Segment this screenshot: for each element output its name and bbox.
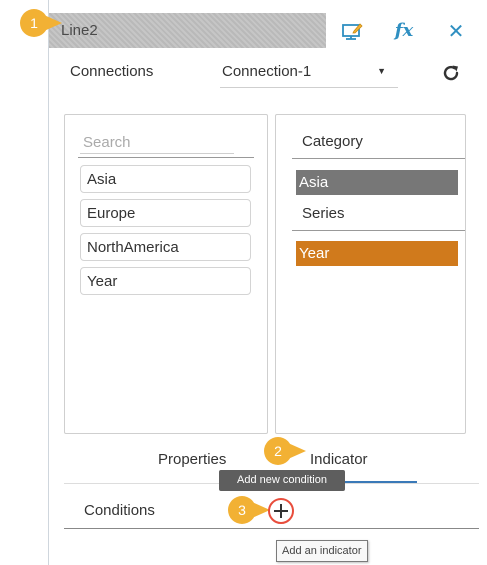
connection-select[interactable]: Connection-1 ▼ <box>220 63 398 88</box>
tab-properties[interactable]: Properties <box>158 451 226 468</box>
divider <box>292 158 465 159</box>
divider <box>64 528 479 529</box>
step-badge-number: 1 <box>30 15 38 31</box>
fields-panel: Asia Europe NorthAmerica Year <box>64 114 268 434</box>
connections-label: Connections <box>70 63 154 80</box>
category-panel: Category Asia Series Year <box>275 114 466 434</box>
close-icon: ✕ <box>447 18 465 43</box>
list-item[interactable]: NorthAmerica <box>80 233 251 261</box>
plus-icon-vertical <box>280 504 282 518</box>
step-badge-3: 3 <box>228 496 270 524</box>
series-label: Series <box>302 205 345 222</box>
refresh-button[interactable] <box>440 62 462 84</box>
add-indicator-tooltip: Add an indicator <box>276 540 368 562</box>
window-title: Line2 <box>61 22 98 39</box>
connection-select-value: Connection-1 <box>222 63 312 80</box>
title-bar-actions: fx ✕ <box>326 13 482 48</box>
formula-button[interactable]: fx <box>378 13 430 48</box>
category-chip[interactable]: Asia <box>296 170 458 195</box>
fx-icon: fx <box>394 20 414 41</box>
step-badge-number: 3 <box>238 502 246 518</box>
edit-chart-icon <box>342 22 363 40</box>
divider <box>78 157 254 158</box>
step-badge-number: 2 <box>274 443 282 459</box>
title-bar: Line2 fx ✕ <box>49 13 482 48</box>
divider <box>292 230 465 231</box>
list-item[interactable]: Asia <box>80 165 251 193</box>
chevron-down-icon: ▼ <box>377 66 386 76</box>
refresh-icon <box>443 65 459 81</box>
panel-left-border <box>48 0 49 565</box>
conditions-label: Conditions <box>84 502 155 519</box>
badge-pointer <box>44 15 62 31</box>
add-condition-tooltip: Add new condition <box>219 470 345 491</box>
list-item[interactable]: Europe <box>80 199 251 227</box>
tab-indicator[interactable]: Indicator <box>310 451 368 468</box>
category-label: Category <box>302 133 363 150</box>
add-indicator-button[interactable] <box>268 498 294 524</box>
search-input[interactable] <box>80 131 234 154</box>
close-button[interactable]: ✕ <box>430 13 482 48</box>
list-item[interactable]: Year <box>80 267 251 295</box>
edit-chart-button[interactable] <box>326 13 378 48</box>
badge-pointer <box>288 443 306 459</box>
step-badge-1: 1 <box>20 9 62 37</box>
series-chip[interactable]: Year <box>296 241 458 266</box>
step-badge-2: 2 <box>264 437 306 465</box>
plus-icon <box>274 504 288 518</box>
